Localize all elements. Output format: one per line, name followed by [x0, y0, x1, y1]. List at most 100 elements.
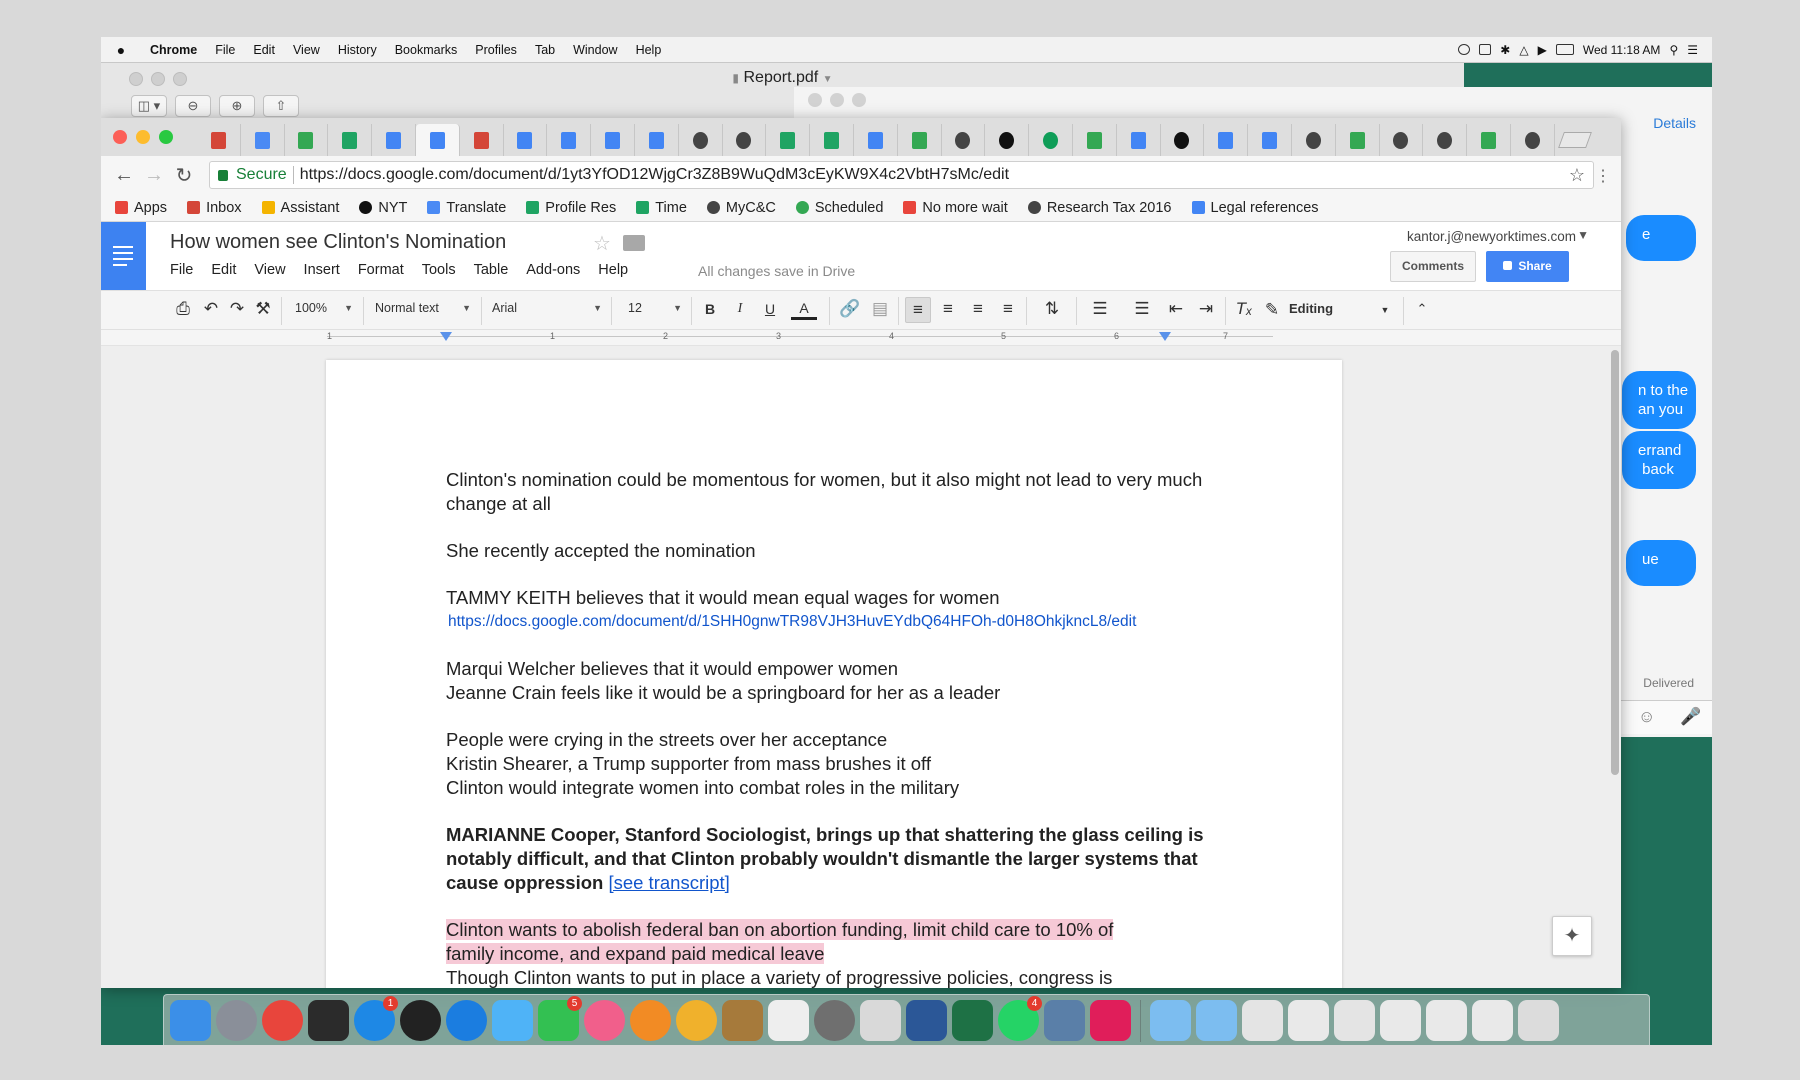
- docs-menu-help[interactable]: Help: [598, 262, 628, 278]
- paragraph-highlighted[interactable]: family income, and expand paid medical l…: [446, 942, 1246, 966]
- apple-logo-icon[interactable]: ●: [101, 42, 141, 58]
- font-size-select[interactable]: 12 ▼: [628, 301, 682, 315]
- messages-icon[interactable]: [492, 1000, 533, 1041]
- comments-button[interactable]: Comments: [1390, 251, 1476, 282]
- numbered-list-icon[interactable]: ☰: [1083, 299, 1117, 319]
- bold-button[interactable]: B: [701, 301, 719, 317]
- style-select[interactable]: Normal text ▼: [375, 301, 471, 315]
- save-status[interactable]: All changes save in Drive: [698, 263, 855, 279]
- docs-menu-table[interactable]: Table: [474, 262, 509, 278]
- utility-icon[interactable]: [1044, 1000, 1085, 1041]
- editing-mode-select[interactable]: Editing: [1289, 301, 1333, 316]
- menu-bookmarks[interactable]: Bookmarks: [386, 43, 467, 57]
- window-thumbnail-icon[interactable]: [1472, 1000, 1513, 1041]
- browser-tab[interactable]: [1336, 124, 1380, 156]
- paragraph[interactable]: TAMMY KEITH believes that it would mean …: [446, 586, 1246, 610]
- docs-menu-file[interactable]: File: [170, 262, 193, 278]
- folder-icon[interactable]: [1150, 1000, 1191, 1041]
- paragraph-bold[interactable]: MARIANNE Cooper, Stanford Sociologist, b…: [446, 823, 1246, 895]
- sidebar-toggle-icon[interactable]: ◫ ▾: [131, 95, 167, 117]
- chrome-menu-icon[interactable]: ⋮: [1595, 166, 1611, 186]
- text-color-button[interactable]: A: [791, 300, 817, 320]
- window-thumbnail-icon[interactable]: [1380, 1000, 1421, 1041]
- ibooks-icon[interactable]: [630, 1000, 671, 1041]
- document-canvas[interactable]: Clinton's nomination could be momentous …: [101, 346, 1621, 988]
- menu-profiles[interactable]: Profiles: [466, 43, 526, 57]
- document-page[interactable]: Clinton's nomination could be momentous …: [326, 360, 1342, 988]
- link-icon[interactable]: 🔗: [839, 299, 861, 319]
- message-bubble[interactable]: errand back: [1622, 431, 1696, 489]
- star-icon[interactable]: ☆: [593, 231, 611, 256]
- docs-menu-insert[interactable]: Insert: [304, 262, 340, 278]
- browser-tab[interactable]: [1029, 124, 1073, 156]
- chevron-down-icon[interactable]: ▼: [823, 74, 833, 85]
- system-preferences-icon[interactable]: [814, 1000, 855, 1041]
- word-icon[interactable]: [906, 1000, 947, 1041]
- font-select[interactable]: Arial ▼: [492, 301, 602, 315]
- itunes-icon[interactable]: [584, 1000, 625, 1041]
- menu-window[interactable]: Window: [564, 43, 626, 57]
- paragraph[interactable]: She recently accepted the nomination: [446, 539, 1246, 563]
- account-email[interactable]: kantor.j@newyorktimes.com: [1407, 229, 1576, 244]
- browser-tab[interactable]: [504, 124, 548, 156]
- bookmark-item[interactable]: Translate: [427, 200, 506, 216]
- print-icon[interactable]: ⎙: [173, 299, 193, 319]
- bookmark-item[interactable]: No more wait: [903, 200, 1008, 216]
- browser-tab[interactable]: [985, 124, 1030, 156]
- photos-icon[interactable]: [676, 1000, 717, 1041]
- underline-button[interactable]: U: [761, 301, 779, 317]
- bulleted-list-icon[interactable]: ☰: [1125, 299, 1159, 319]
- bookmark-item[interactable]: Inbox: [187, 200, 242, 216]
- browser-tab[interactable]: [197, 124, 241, 156]
- safari-icon[interactable]: [446, 1000, 487, 1041]
- wifi-icon[interactable]: △: [1519, 43, 1528, 57]
- browser-tab[interactable]: [766, 124, 811, 156]
- bookmark-item[interactable]: Time: [636, 200, 687, 216]
- docs-menu-tools[interactable]: Tools: [422, 262, 456, 278]
- microphone-icon[interactable]: 🎤: [1680, 707, 1701, 727]
- bookmark-item[interactable]: Profile Res: [526, 200, 616, 216]
- notebook-icon[interactable]: [722, 1000, 763, 1041]
- docs-menu-addons[interactable]: Add-ons: [526, 262, 580, 278]
- document-link[interactable]: https://docs.google.com/document/d/1SHH0…: [446, 610, 1246, 634]
- bookmark-star-icon[interactable]: ☆: [1569, 165, 1585, 186]
- document-title[interactable]: How women see Clinton's Nomination: [170, 231, 506, 254]
- window-thumbnail-icon[interactable]: [1288, 1000, 1329, 1041]
- comment-icon[interactable]: ▤: [869, 299, 891, 319]
- url-text[interactable]: https://docs.google.com/document/d/1yt3Y…: [294, 166, 1009, 184]
- menu-help[interactable]: Help: [627, 43, 671, 57]
- bookmark-item[interactable]: Legal references: [1191, 200, 1319, 216]
- increase-indent-icon[interactable]: ⇥: [1195, 299, 1217, 319]
- browser-tab[interactable]: [1161, 124, 1205, 156]
- align-right-icon[interactable]: ≡: [967, 299, 989, 319]
- menu-file[interactable]: File: [206, 43, 244, 57]
- browser-tab[interactable]: [942, 124, 986, 156]
- right-indent-marker[interactable]: [1159, 332, 1171, 341]
- docs-menu-format[interactable]: Format: [358, 262, 404, 278]
- docs-menu-edit[interactable]: Edit: [211, 262, 236, 278]
- browser-tab[interactable]: [1117, 124, 1161, 156]
- bookmark-item[interactable]: MyC&C: [706, 200, 776, 216]
- browser-tab[interactable]: [460, 124, 504, 156]
- message-bubble[interactable]: ue: [1626, 540, 1696, 586]
- italic-button[interactable]: I: [731, 301, 749, 317]
- scrollbar[interactable]: [1609, 350, 1621, 780]
- menubar-clock[interactable]: Wed 11:18 AM: [1583, 43, 1661, 57]
- align-center-icon[interactable]: ≡: [937, 299, 959, 319]
- notification-center-icon[interactable]: ☰: [1687, 43, 1698, 57]
- decrease-indent-icon[interactable]: ⇤: [1165, 299, 1187, 319]
- zoom-select[interactable]: 100% ▼: [295, 301, 353, 315]
- align-justify-icon[interactable]: ≡: [997, 299, 1019, 319]
- bookmark-item[interactable]: Apps: [115, 200, 167, 216]
- paragraph[interactable]: Though Clinton wants to put in place a v…: [446, 966, 1246, 988]
- airplay-icon[interactable]: [1479, 44, 1492, 55]
- chevron-down-icon[interactable]: ▼: [1379, 305, 1391, 315]
- browser-tab[interactable]: [591, 124, 635, 156]
- browser-tab[interactable]: [1467, 124, 1511, 156]
- browser-tab[interactable]: [547, 124, 592, 156]
- docs-logo-icon[interactable]: [101, 222, 146, 290]
- browser-tab[interactable]: [1380, 124, 1424, 156]
- folder-icon[interactable]: [623, 235, 645, 251]
- menu-edit[interactable]: Edit: [244, 43, 284, 57]
- document-stack-icon[interactable]: [1242, 1000, 1283, 1041]
